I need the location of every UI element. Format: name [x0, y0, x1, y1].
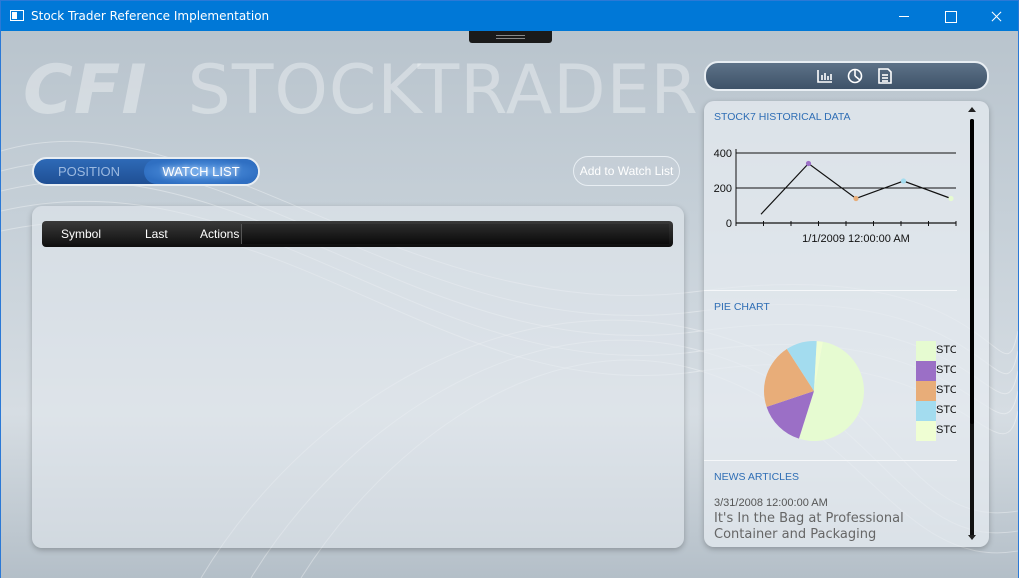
legend-item: STOCK4 — [916, 401, 956, 421]
watch-list-header: Symbol Last Actions — [42, 221, 673, 247]
pie-legend: STOCK1 STOCK2 STOCK3 STOCK4 STOCK5 — [916, 341, 956, 441]
maximize-icon[interactable] — [927, 1, 973, 31]
app-window: Stock Trader Reference Implementation CF… — [0, 0, 1019, 578]
historical-title: STOCK7 HISTORICAL DATA — [714, 111, 851, 123]
legend-swatch — [916, 341, 936, 361]
app-window-icon — [10, 10, 24, 21]
news-date: 3/31/2008 12:00:00 AM — [714, 497, 828, 509]
title-bar[interactable]: Stock Trader Reference Implementation — [1, 1, 1018, 31]
chart-points — [805, 160, 954, 202]
legend-label: STOCK3 — [936, 384, 956, 396]
tab-position[interactable]: POSITION — [34, 159, 144, 184]
pie-slices — [764, 341, 864, 441]
scroll-down-arrow[interactable] — [968, 535, 976, 540]
news-title: NEWS ARTICLES — [714, 471, 799, 483]
legend-item: STOCK2 — [916, 361, 956, 381]
scrollbar-thumb[interactable] — [970, 119, 974, 424]
data-point — [853, 195, 859, 202]
window-title: Stock Trader Reference Implementation — [31, 9, 270, 23]
brand-name: STOCKTRADER — [187, 51, 699, 130]
document-icon[interactable] — [876, 68, 894, 84]
historical-line-chart: 0 200 400 1/1/2009 12:00:00 AM — [714, 148, 957, 245]
brand-cfi: CFI — [23, 51, 148, 130]
chart-gridlines — [736, 152, 956, 189]
column-symbol[interactable]: Symbol — [61, 227, 101, 241]
watch-list-panel: Symbol Last Actions — [32, 206, 684, 548]
legend-item: STOCK1 — [916, 341, 956, 361]
view-toggle: POSITION WATCH LIST — [32, 157, 260, 186]
details-panel: STOCK7 HISTORICAL DATA 0 200 400 1/1/2009 … — [704, 101, 989, 547]
legend-label: STOCK5 — [936, 424, 956, 436]
tab-watch-list[interactable]: WATCH LIST — [144, 159, 258, 184]
legend-item: STOCK5 — [916, 421, 956, 441]
data-point — [805, 160, 812, 167]
legend-label: STOCK2 — [936, 364, 956, 376]
section-divider — [704, 290, 957, 291]
legend-swatch — [916, 401, 936, 421]
add-to-watch-list-button[interactable]: Add to Watch List — [573, 156, 680, 186]
section-divider — [704, 460, 957, 461]
news-headline[interactable]: It's In the Bag at Professional Containe… — [714, 511, 957, 545]
side-toolbar — [704, 61, 989, 91]
legend-swatch — [916, 361, 936, 381]
pie-chart-icon[interactable] — [846, 68, 864, 84]
legend-swatch — [916, 421, 936, 441]
data-point — [900, 178, 907, 184]
pie-chart — [764, 341, 864, 441]
minimize-icon[interactable] — [881, 1, 927, 31]
y-tick-label: 0 — [726, 218, 732, 230]
brand-logo: CFI STOCKTRADER — [23, 51, 699, 130]
header-filler — [241, 224, 669, 244]
legend-item: STOCK3 — [916, 381, 956, 401]
y-tick-label: 400 — [714, 148, 732, 160]
data-point — [948, 195, 954, 202]
chart-y-ticks: 0 200 400 — [714, 148, 732, 230]
y-tick-label: 200 — [714, 183, 732, 195]
legend-label: STOCK1 — [936, 344, 956, 356]
column-last[interactable]: Last — [145, 227, 168, 241]
legend-label: STOCK4 — [936, 404, 956, 416]
scroll-up-arrow[interactable] — [968, 107, 976, 112]
close-icon[interactable] — [973, 1, 1019, 31]
client-area: CFI STOCKTRADER POSITION WATCH LIST Add t… — [1, 31, 1018, 578]
series-line — [760, 162, 952, 215]
column-actions[interactable]: Actions — [200, 227, 239, 241]
legend-swatch — [916, 381, 936, 401]
chart-x-label: 1/1/2009 12:00:00 AM — [802, 233, 910, 245]
drag-grip-handle[interactable] — [469, 31, 552, 43]
pie-title: PIE CHART — [714, 301, 770, 313]
bar-chart-icon[interactable] — [816, 68, 834, 84]
